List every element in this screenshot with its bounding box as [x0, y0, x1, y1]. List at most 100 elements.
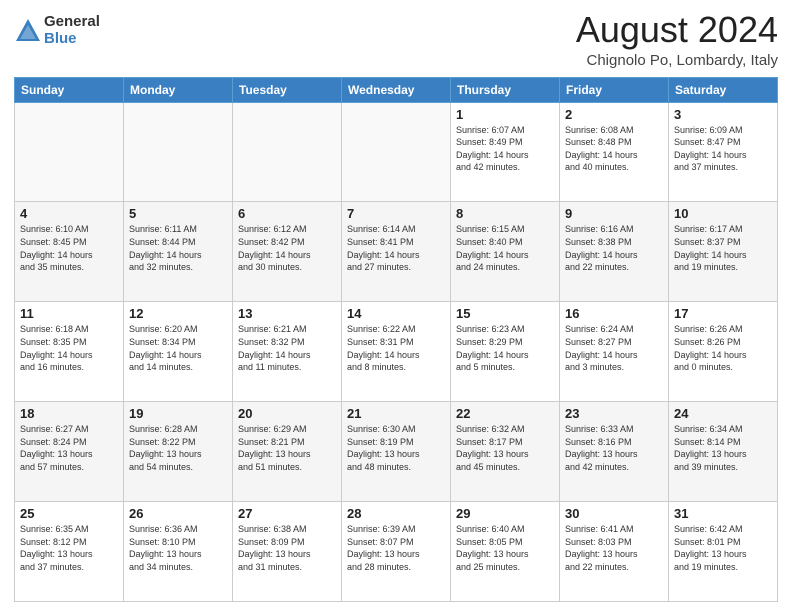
- calendar-week: 11 Sunrise: 6:18 AM Sunset: 8:35 PM Dayli…: [15, 302, 778, 402]
- day-info: Sunrise: 6:21 AM Sunset: 8:32 PM Dayligh…: [238, 323, 336, 373]
- day-info: Sunrise: 6:32 AM Sunset: 8:17 PM Dayligh…: [456, 423, 554, 473]
- day-info: Sunrise: 6:29 AM Sunset: 8:21 PM Dayligh…: [238, 423, 336, 473]
- day-number: 19: [129, 406, 227, 421]
- day-info: Sunrise: 6:35 AM Sunset: 8:12 PM Dayligh…: [20, 523, 118, 573]
- logo-icon: [14, 17, 42, 45]
- day-info: Sunrise: 6:26 AM Sunset: 8:26 PM Dayligh…: [674, 323, 772, 373]
- calendar-cell: 18 Sunrise: 6:27 AM Sunset: 8:24 PM Dayli…: [15, 402, 124, 502]
- calendar-week: 1Sunrise: 6:07 AM Sunset: 8:49 PM Daylig…: [15, 102, 778, 202]
- day-number: 30: [565, 506, 663, 521]
- weekday-header: Tuesday: [233, 77, 342, 102]
- calendar-cell: 15Sunrise: 6:23 AM Sunset: 8:29 PM Dayli…: [451, 302, 560, 402]
- day-number: 31: [674, 506, 772, 521]
- calendar-cell: 12 Sunrise: 6:20 AM Sunset: 8:34 PM Dayli…: [124, 302, 233, 402]
- day-info: Sunrise: 6:28 AM Sunset: 8:22 PM Dayligh…: [129, 423, 227, 473]
- day-number: 24: [674, 406, 772, 421]
- day-number: 26: [129, 506, 227, 521]
- calendar-cell: 24 Sunrise: 6:34 AM Sunset: 8:14 PM Dayli…: [669, 402, 778, 502]
- day-number: 6: [238, 206, 336, 221]
- calendar-cell: 25 Sunrise: 6:35 AM Sunset: 8:12 PM Dayli…: [15, 502, 124, 602]
- day-number: 5: [129, 206, 227, 221]
- logo-general: General: [44, 14, 100, 31]
- day-info: Sunrise: 6:40 AM Sunset: 8:05 PM Dayligh…: [456, 523, 554, 573]
- calendar-cell: 1Sunrise: 6:07 AM Sunset: 8:49 PM Daylig…: [451, 102, 560, 202]
- weekday-header: Friday: [560, 77, 669, 102]
- calendar-cell: 28 Sunrise: 6:39 AM Sunset: 8:07 PM Dayli…: [342, 502, 451, 602]
- day-number: 22: [456, 406, 554, 421]
- calendar-cell: 11 Sunrise: 6:18 AM Sunset: 8:35 PM Dayli…: [15, 302, 124, 402]
- calendar-cell: 7Sunrise: 6:14 AM Sunset: 8:41 PM Daylig…: [342, 202, 451, 302]
- day-number: 17: [674, 306, 772, 321]
- calendar-cell: 21Sunrise: 6:30 AM Sunset: 8:19 PM Dayli…: [342, 402, 451, 502]
- calendar-cell: [124, 102, 233, 202]
- day-info: Sunrise: 6:33 AM Sunset: 8:16 PM Dayligh…: [565, 423, 663, 473]
- day-info: Sunrise: 6:41 AM Sunset: 8:03 PM Dayligh…: [565, 523, 663, 573]
- calendar-cell: 10 Sunrise: 6:17 AM Sunset: 8:37 PM Dayli…: [669, 202, 778, 302]
- day-info: Sunrise: 6:34 AM Sunset: 8:14 PM Dayligh…: [674, 423, 772, 473]
- day-info: Sunrise: 6:07 AM Sunset: 8:49 PM Dayligh…: [456, 124, 554, 174]
- weekday-header: Wednesday: [342, 77, 451, 102]
- calendar-cell: 8Sunrise: 6:15 AM Sunset: 8:40 PM Daylig…: [451, 202, 560, 302]
- day-info: Sunrise: 6:10 AM Sunset: 8:45 PM Dayligh…: [20, 223, 118, 273]
- day-number: 3: [674, 107, 772, 122]
- calendar-cell: 5 Sunrise: 6:11 AM Sunset: 8:44 PM Daylig…: [124, 202, 233, 302]
- calendar-cell: 22 Sunrise: 6:32 AM Sunset: 8:17 PM Dayli…: [451, 402, 560, 502]
- calendar-cell: 19 Sunrise: 6:28 AM Sunset: 8:22 PM Dayli…: [124, 402, 233, 502]
- day-info: Sunrise: 6:20 AM Sunset: 8:34 PM Dayligh…: [129, 323, 227, 373]
- day-number: 18: [20, 406, 118, 421]
- day-number: 14: [347, 306, 445, 321]
- day-info: Sunrise: 6:11 AM Sunset: 8:44 PM Dayligh…: [129, 223, 227, 273]
- day-number: 27: [238, 506, 336, 521]
- weekday-header: Thursday: [451, 77, 560, 102]
- day-info: Sunrise: 6:18 AM Sunset: 8:35 PM Dayligh…: [20, 323, 118, 373]
- day-info: Sunrise: 6:24 AM Sunset: 8:27 PM Dayligh…: [565, 323, 663, 373]
- day-number: 8: [456, 206, 554, 221]
- calendar-cell: 6Sunrise: 6:12 AM Sunset: 8:42 PM Daylig…: [233, 202, 342, 302]
- calendar-cell: [15, 102, 124, 202]
- calendar-cell: 14Sunrise: 6:22 AM Sunset: 8:31 PM Dayli…: [342, 302, 451, 402]
- calendar-week: 4Sunrise: 6:10 AM Sunset: 8:45 PM Daylig…: [15, 202, 778, 302]
- day-number: 12: [129, 306, 227, 321]
- page: General Blue August 2024 Chignolo Po, Lo…: [0, 0, 792, 612]
- day-info: Sunrise: 6:08 AM Sunset: 8:48 PM Dayligh…: [565, 124, 663, 174]
- day-number: 28: [347, 506, 445, 521]
- calendar-table: SundayMondayTuesdayWednesdayThursdayFrid…: [14, 77, 778, 602]
- calendar-week: 18 Sunrise: 6:27 AM Sunset: 8:24 PM Dayli…: [15, 402, 778, 502]
- day-info: Sunrise: 6:39 AM Sunset: 8:07 PM Dayligh…: [347, 523, 445, 573]
- calendar-cell: 3 Sunrise: 6:09 AM Sunset: 8:47 PM Daylig…: [669, 102, 778, 202]
- calendar-cell: [233, 102, 342, 202]
- day-info: Sunrise: 6:27 AM Sunset: 8:24 PM Dayligh…: [20, 423, 118, 473]
- calendar-cell: 23 Sunrise: 6:33 AM Sunset: 8:16 PM Dayli…: [560, 402, 669, 502]
- day-number: 20: [238, 406, 336, 421]
- calendar-cell: 9 Sunrise: 6:16 AM Sunset: 8:38 PM Daylig…: [560, 202, 669, 302]
- calendar-cell: 20 Sunrise: 6:29 AM Sunset: 8:21 PM Dayli…: [233, 402, 342, 502]
- calendar-cell: 30 Sunrise: 6:41 AM Sunset: 8:03 PM Dayli…: [560, 502, 669, 602]
- day-info: Sunrise: 6:38 AM Sunset: 8:09 PM Dayligh…: [238, 523, 336, 573]
- logo: General Blue: [14, 14, 100, 47]
- day-number: 25: [20, 506, 118, 521]
- day-number: 2: [565, 107, 663, 122]
- day-number: 10: [674, 206, 772, 221]
- day-number: 9: [565, 206, 663, 221]
- calendar-cell: 16 Sunrise: 6:24 AM Sunset: 8:27 PM Dayli…: [560, 302, 669, 402]
- day-info: Sunrise: 6:09 AM Sunset: 8:47 PM Dayligh…: [674, 124, 772, 174]
- day-info: Sunrise: 6:16 AM Sunset: 8:38 PM Dayligh…: [565, 223, 663, 273]
- day-number: 13: [238, 306, 336, 321]
- header: General Blue August 2024 Chignolo Po, Lo…: [14, 10, 778, 69]
- day-number: 16: [565, 306, 663, 321]
- day-info: Sunrise: 6:23 AM Sunset: 8:29 PM Dayligh…: [456, 323, 554, 373]
- calendar-cell: 4Sunrise: 6:10 AM Sunset: 8:45 PM Daylig…: [15, 202, 124, 302]
- day-info: Sunrise: 6:17 AM Sunset: 8:37 PM Dayligh…: [674, 223, 772, 273]
- weekday-header: Saturday: [669, 77, 778, 102]
- day-info: Sunrise: 6:14 AM Sunset: 8:41 PM Dayligh…: [347, 223, 445, 273]
- day-info: Sunrise: 6:30 AM Sunset: 8:19 PM Dayligh…: [347, 423, 445, 473]
- day-number: 11: [20, 306, 118, 321]
- calendar-cell: 27 Sunrise: 6:38 AM Sunset: 8:09 PM Dayli…: [233, 502, 342, 602]
- logo-text: General Blue: [44, 14, 100, 47]
- calendar-cell: [342, 102, 451, 202]
- logo-blue: Blue: [44, 31, 100, 48]
- calendar-cell: 17 Sunrise: 6:26 AM Sunset: 8:26 PM Dayli…: [669, 302, 778, 402]
- weekday-header: Sunday: [15, 77, 124, 102]
- day-info: Sunrise: 6:36 AM Sunset: 8:10 PM Dayligh…: [129, 523, 227, 573]
- day-number: 23: [565, 406, 663, 421]
